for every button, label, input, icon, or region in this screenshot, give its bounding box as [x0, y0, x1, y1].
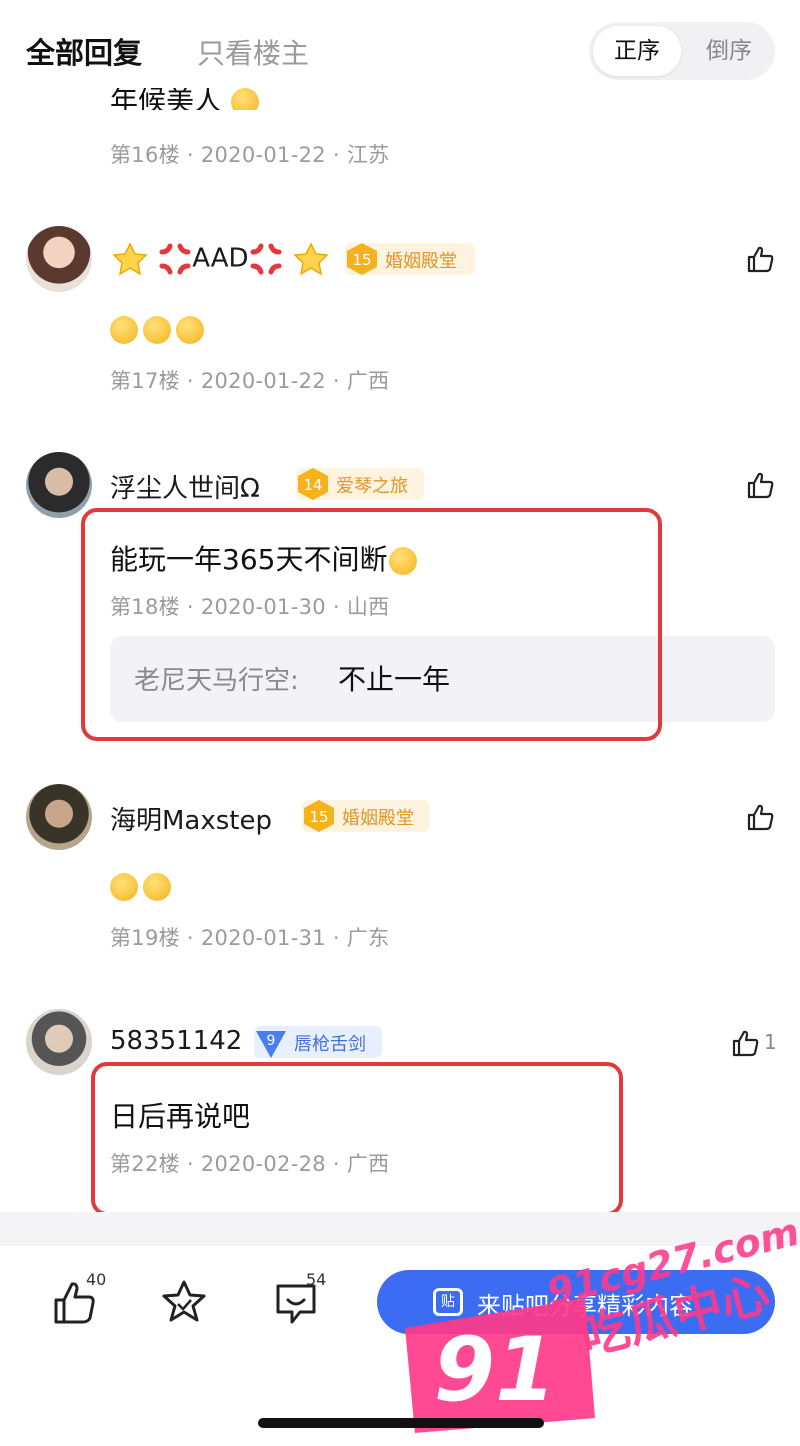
star-emoji-icon — [293, 242, 329, 276]
level-badge-icon: 14 — [298, 468, 328, 500]
svg-text:15: 15 — [309, 808, 328, 826]
avatar[interactable] — [26, 1009, 92, 1075]
star-emoji-icon — [112, 242, 148, 276]
svg-text:91: 91 — [434, 1318, 556, 1421]
reply-header: 全部回复 只看楼主 正序 倒序 — [0, 0, 800, 100]
star-icon[interactable] — [160, 1278, 208, 1326]
post-meta: 第16楼 · 2020-01-22 · 江苏 — [110, 143, 390, 167]
svg-text:15: 15 — [352, 251, 371, 269]
smile-emoji-icon — [230, 88, 259, 110]
avatar[interactable] — [26, 226, 92, 292]
badge-text: 爱琴之旅 — [336, 476, 408, 497]
post-meta: 第19楼 · 2020-01-31 · 广东 — [110, 926, 390, 950]
like-count: 40 — [86, 1270, 107, 1289]
badge-text: 唇枪舌剑 — [294, 1034, 366, 1055]
post-text-partial: 年候美人 — [110, 88, 259, 110]
grin-emoji-icon — [110, 873, 138, 901]
level-badge-icon: 15 — [304, 800, 334, 832]
laugh-emoji-icon — [176, 316, 205, 344]
username[interactable]: 58351142 — [110, 1026, 242, 1056]
post-meta: 第17楼 · 2020-01-22 · 广西 — [110, 369, 390, 393]
level-badge-icon: 15 — [347, 243, 377, 275]
post-emoji-row — [110, 873, 172, 901]
post-emoji-row — [110, 316, 205, 344]
badge-text: 婚姻殿堂 — [385, 251, 457, 272]
home-indicator — [258, 1418, 544, 1428]
level-badge[interactable]: 14 爱琴之旅 — [296, 468, 424, 500]
thumb-up-icon[interactable] — [745, 802, 775, 832]
laugh-emoji-icon — [110, 316, 138, 344]
watermark-logo: 91 — [405, 1298, 595, 1433]
username[interactable]: 浮尘人世间Ω — [110, 468, 260, 505]
highlight-box — [91, 1062, 623, 1216]
badge-text: 婚姻殿堂 — [342, 808, 414, 829]
level-badge[interactable]: 9 唇枪舌剑 — [254, 1026, 382, 1058]
comment-count: 54 — [306, 1270, 327, 1289]
sort-desc-button[interactable]: 倒序 — [687, 26, 771, 76]
like-count: 1 — [764, 1030, 777, 1054]
avatar[interactable] — [26, 452, 92, 518]
username[interactable]: AAD — [110, 242, 331, 276]
thumb-up-icon[interactable] — [745, 244, 775, 274]
highlight-box — [81, 508, 662, 741]
laugh-emoji-icon — [143, 316, 172, 344]
sort-asc-button[interactable]: 正序 — [593, 26, 681, 76]
sort-toggle: 正序 倒序 — [589, 22, 775, 80]
svg-text:14: 14 — [303, 476, 322, 494]
level-badge[interactable]: 15 婚姻殿堂 — [345, 243, 475, 275]
thumb-up-icon[interactable] — [730, 1028, 760, 1058]
anger-emoji-icon — [250, 243, 282, 275]
username[interactable]: 海明Maxstep — [110, 800, 272, 837]
anger-emoji-icon — [159, 243, 191, 275]
tab-all-replies[interactable]: 全部回复 — [26, 30, 142, 72]
level-badge-icon: 9 — [256, 1031, 286, 1058]
tab-op-only[interactable]: 只看楼主 — [197, 32, 309, 72]
svg-text:9: 9 — [267, 1033, 276, 1049]
level-badge[interactable]: 15 婚姻殿堂 — [302, 800, 430, 832]
grin-emoji-icon — [143, 873, 172, 901]
avatar[interactable] — [26, 784, 92, 850]
thumb-up-icon[interactable] — [745, 470, 775, 500]
